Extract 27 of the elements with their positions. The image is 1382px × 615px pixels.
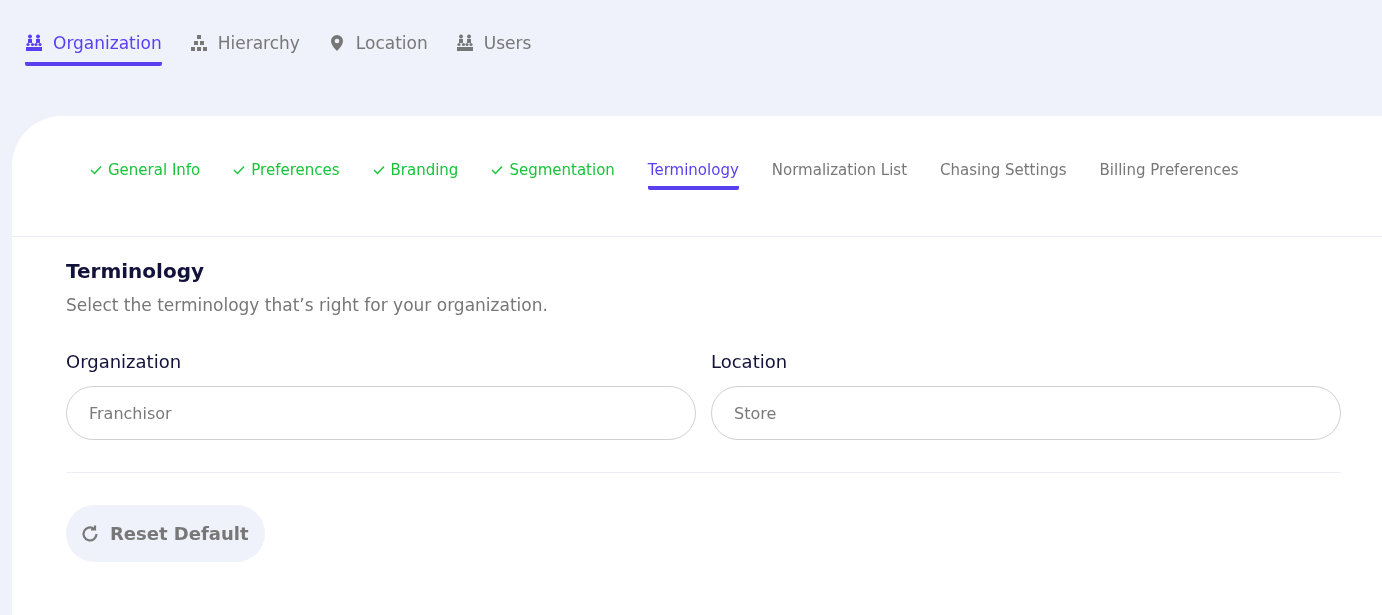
hierarchy-icon — [189, 34, 208, 52]
step-tab[interactable]: Chasing Settings — [940, 160, 1067, 190]
step-tab[interactable]: Terminology — [647, 160, 739, 190]
input-field[interactable]: Store — [711, 386, 1341, 440]
check-icon — [90, 165, 102, 175]
check-icon — [491, 165, 504, 175]
main-tab[interactable]: Hierarchy — [189, 28, 300, 66]
section-description: Select the terminology that’s right for your organization. — [66, 295, 549, 315]
step-tab[interactable]: Branding — [372, 160, 459, 190]
people-group-icon — [455, 34, 474, 52]
step-tab[interactable]: Normalization List — [771, 160, 907, 190]
main-tab[interactable]: Organization — [25, 28, 162, 66]
main-tab[interactable]: Location — [327, 28, 428, 66]
step-tab[interactable]: General Info — [90, 160, 201, 190]
input-field[interactable]: Franchisor — [66, 386, 696, 440]
people-group-icon — [25, 34, 43, 52]
field-label: Location — [711, 351, 789, 372]
field-label: Organization — [66, 351, 183, 372]
refresh-icon — [80, 523, 100, 544]
check-icon — [372, 165, 385, 175]
step-tab[interactable]: Billing Preferences — [1099, 160, 1239, 190]
step-tab[interactable]: Preferences — [233, 160, 340, 190]
reset-default-button[interactable]: Reset Default — [66, 505, 265, 562]
check-icon — [233, 165, 246, 175]
main-tab[interactable]: Users — [455, 28, 532, 66]
section-title: Terminology — [66, 259, 206, 283]
step-tab[interactable]: Segmentation — [491, 160, 615, 190]
